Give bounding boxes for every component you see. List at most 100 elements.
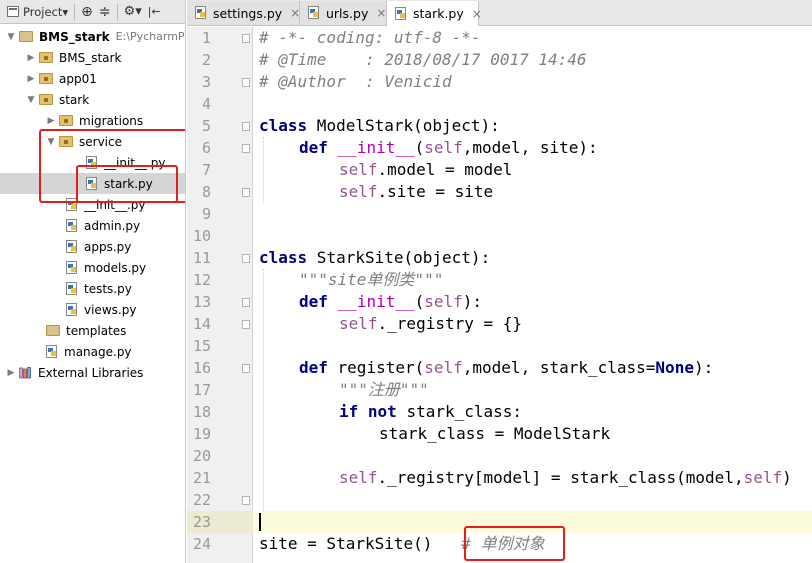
code-line-3: # @Author : Venicid: [259, 71, 452, 93]
tree-item-migrations[interactable]: ▶ migrations: [0, 110, 185, 131]
code-line-12: """site单例类""": [299, 269, 443, 291]
tree-item-service-init-py[interactable]: __init__.py: [0, 152, 185, 173]
tree-item-label: __init__.py: [104, 155, 166, 170]
tab-stark-py[interactable]: stark.py ×: [387, 1, 482, 26]
tree-item-service[interactable]: ▼ service: [0, 131, 185, 152]
tree-item-label: app01: [59, 71, 97, 86]
tree-item-label: migrations: [79, 113, 144, 128]
tree-item-templates[interactable]: templates: [0, 320, 185, 341]
tree-item-manage-py[interactable]: manage.py: [0, 341, 185, 362]
settings-gear-icon[interactable]: ⚙▾: [121, 2, 145, 22]
python-file-icon: [195, 6, 206, 19]
scroll-from-source-icon[interactable]: ⊕: [78, 2, 96, 22]
code-docstring: """注册""": [339, 380, 429, 399]
line-number: 6: [201, 139, 211, 157]
tree-item-tests-py[interactable]: tests.py: [0, 278, 185, 299]
line-number: 22: [192, 491, 211, 509]
tree-item-label: templates: [66, 323, 127, 338]
tree-item-label: tests.py: [84, 281, 132, 296]
line-number: 10: [192, 227, 211, 245]
code-line-24: site = StarkSite() # 单例对象: [259, 533, 545, 555]
python-file-icon: [395, 6, 406, 20]
code-editor[interactable]: 1 2 3 4 5 6 7 8 9 10 11 12 13 14 15 16 1…: [187, 27, 812, 563]
collapsed-arrow-icon[interactable]: ▶: [26, 74, 36, 84]
tree-item-label: stark: [59, 92, 90, 107]
line-number: 21: [192, 469, 211, 487]
close-icon[interactable]: ×: [290, 6, 300, 20]
collapsed-arrow-icon[interactable]: ▶: [6, 368, 16, 378]
code-self: self: [424, 292, 463, 311]
code-line-21: self._registry[model] = stark_class(mode…: [339, 467, 792, 489]
expanded-arrow-icon[interactable]: ▼: [26, 95, 36, 105]
code-line-1: # -*- coding: utf-8 -*-: [259, 27, 481, 49]
text-caret: [259, 513, 261, 531]
tree-item-app01[interactable]: ▶ app01: [0, 68, 185, 89]
indent-guide: [263, 137, 264, 203]
code-line-7: self.model = model: [339, 159, 512, 181]
line-number: 11: [192, 249, 211, 267]
fold-marker-icon[interactable]: [242, 254, 250, 263]
collapsed-arrow-icon[interactable]: ▶: [46, 116, 56, 126]
expanded-arrow-icon[interactable]: ▼: [6, 32, 16, 42]
code-keyword: def: [299, 292, 328, 311]
fold-marker-icon[interactable]: [242, 34, 250, 43]
fold-marker-icon[interactable]: [242, 144, 250, 153]
line-number: 16: [192, 359, 211, 377]
code-self: self: [424, 358, 463, 377]
python-file-icon: [46, 344, 57, 358]
tree-item-apps-py[interactable]: apps.py: [0, 236, 185, 257]
tree-item-bms-stark[interactable]: ▶ BMS_stark: [0, 47, 185, 68]
collapsed-arrow-icon[interactable]: ▶: [26, 53, 36, 63]
tab-settings-py[interactable]: settings.py ×: [187, 1, 300, 25]
line-number: 19: [192, 425, 211, 443]
folder-icon: [19, 31, 33, 42]
code-self: self: [339, 314, 378, 333]
fold-marker-icon[interactable]: [242, 364, 250, 373]
tree-item-external-libraries[interactable]: ▶ External Libraries: [0, 362, 185, 383]
fold-marker-icon[interactable]: [242, 496, 250, 505]
fold-marker-icon[interactable]: [242, 320, 250, 329]
project-panel: Project▾ ⊕ ≑ ⚙▾ |← ▼ BMS_stark E:\Pychar…: [0, 0, 186, 563]
code-self: self: [424, 138, 463, 157]
python-file-icon: [66, 218, 77, 232]
tree-item-stark-py[interactable]: stark.py: [0, 173, 185, 194]
code-line-14: self._registry = {}: [339, 313, 522, 335]
tree-item-models-py[interactable]: models.py: [0, 257, 185, 278]
expanded-arrow-icon[interactable]: ▼: [46, 137, 56, 147]
tab-label: stark.py: [413, 6, 464, 21]
line-number: 2: [201, 51, 211, 69]
close-icon[interactable]: ×: [472, 7, 482, 21]
tree-item-project-root[interactable]: ▼ BMS_stark E:\PycharmP: [0, 26, 185, 47]
line-number: 9: [201, 205, 211, 223]
code-comment: # @Author : Venicid: [259, 72, 452, 91]
fold-marker-icon[interactable]: [242, 298, 250, 307]
collapse-all-icon[interactable]: ≑: [96, 2, 114, 22]
python-file-icon: [66, 302, 77, 316]
code-self: self: [339, 160, 378, 179]
tree-item-stark-init-py[interactable]: __init__.py: [0, 194, 185, 215]
python-file-icon: [66, 281, 77, 295]
code-comment: # @Time : 2018/08/17 0017 14:46: [259, 50, 587, 69]
project-icon: [7, 6, 19, 17]
package-folder-icon: [39, 73, 53, 84]
python-file-icon: [86, 155, 97, 169]
tree-item-label: __init__.py: [84, 197, 146, 212]
code-text: ._registry[model] = stark_class(model,: [377, 468, 744, 487]
python-file-icon: [86, 176, 97, 190]
tab-label: urls.py: [326, 5, 369, 21]
tab-urls-py[interactable]: urls.py ×: [300, 1, 387, 25]
fold-marker-icon[interactable]: [242, 188, 250, 197]
hide-panel-icon[interactable]: |←: [145, 2, 164, 22]
tree-item-admin-py[interactable]: admin.py: [0, 215, 185, 236]
project-view-selector[interactable]: Project▾: [4, 2, 71, 22]
tree-item-views-py[interactable]: views.py: [0, 299, 185, 320]
current-line-highlight: [187, 511, 812, 533]
code-text: register(: [327, 358, 425, 377]
fold-marker-icon[interactable]: [242, 78, 250, 87]
code-text: StarkSite(object):: [307, 248, 491, 267]
code-text: ._registry = {}: [377, 314, 523, 333]
line-number: 5: [201, 117, 211, 135]
tree-item-stark[interactable]: ▼ stark: [0, 89, 185, 110]
fold-marker-icon[interactable]: [242, 122, 250, 131]
close-icon[interactable]: ×: [376, 6, 386, 20]
